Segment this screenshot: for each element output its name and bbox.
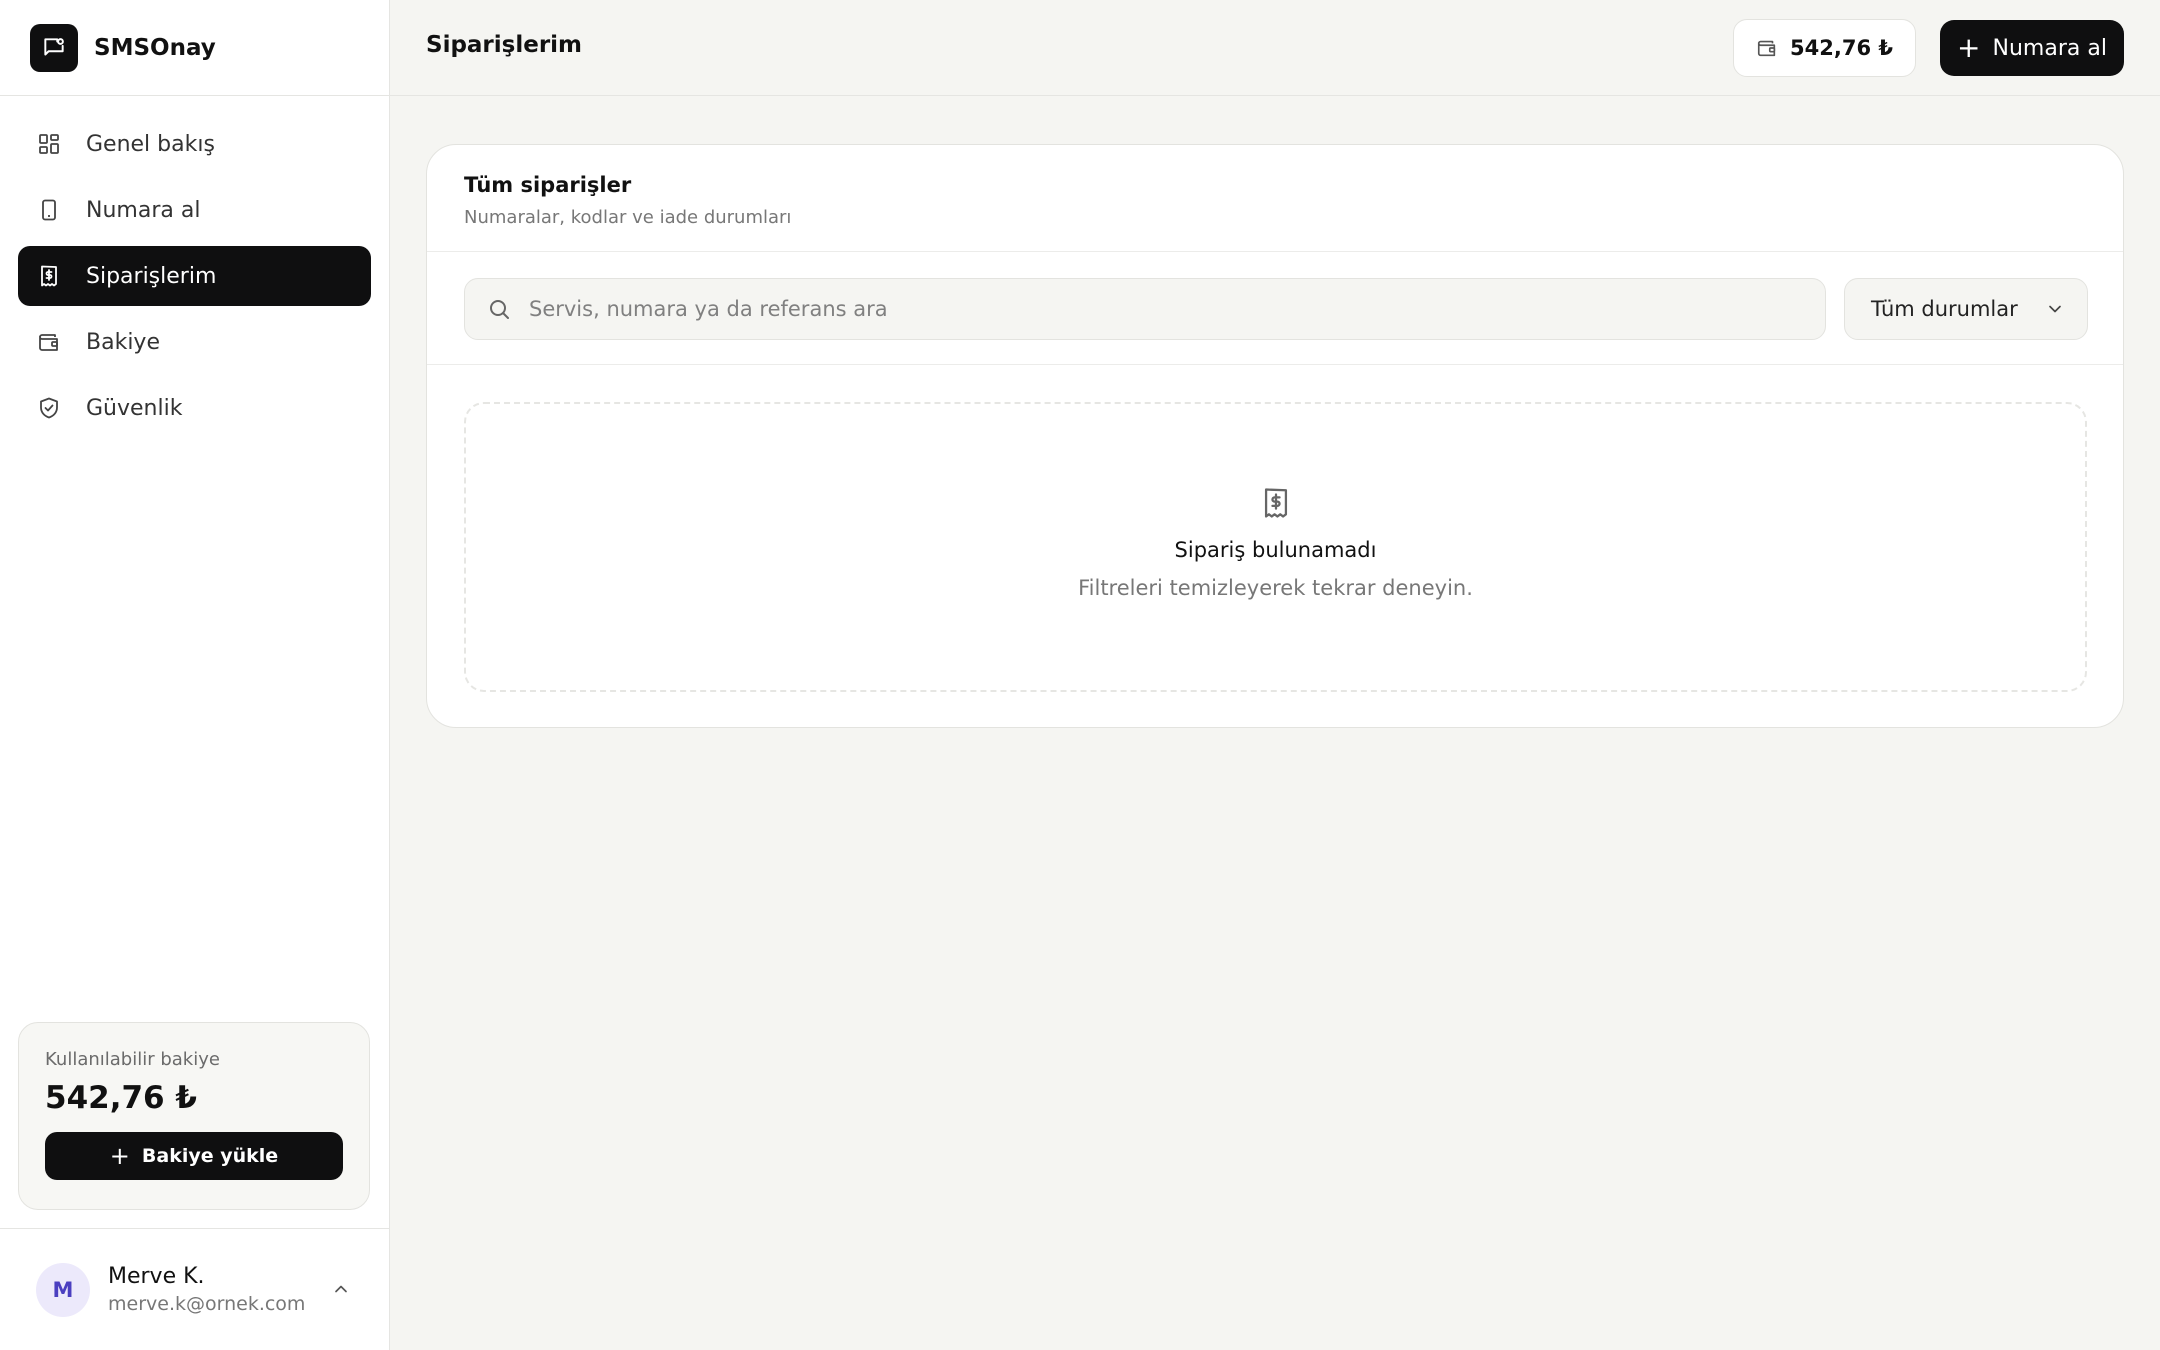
sidebar-item-get-number[interactable]: Numara al <box>18 180 371 240</box>
sidebar-item-label: Bakiye <box>86 329 160 355</box>
orders-card-header: Tüm siparişler Numaralar, kodlar ve iade… <box>427 145 2123 252</box>
shield-icon <box>36 395 62 421</box>
sidebar: SMSOnay Genel bakış Numara al Siparişler… <box>0 0 390 1350</box>
page-title: Siparişlerim <box>426 32 583 58</box>
sidebar-item-orders[interactable]: Siparişlerim <box>18 246 371 306</box>
get-number-button[interactable]: + Numara al <box>1940 20 2124 76</box>
sidebar-nav: Genel bakış Numara al Siparişlerim Bakiy… <box>0 114 389 438</box>
search-input[interactable] <box>529 297 1779 321</box>
user-email: merve.k@ornek.com <box>108 1293 306 1315</box>
search-box[interactable] <box>464 278 1826 340</box>
brand-name: SMSOnay <box>94 34 216 61</box>
balance-amount: 542,76 ₺ <box>45 1080 197 1116</box>
status-filter-value: Tüm durumlar <box>1871 297 2018 321</box>
wallet-icon <box>1756 37 1778 59</box>
sidebar-item-security[interactable]: Güvenlik <box>18 378 371 438</box>
user-info: Merve K. merve.k@ornek.com <box>108 1264 305 1315</box>
orders-filters: Tüm durumlar <box>427 252 2123 365</box>
search-icon <box>487 297 511 321</box>
empty-state-title: Sipariş bulunamadı <box>1174 538 1377 562</box>
user-name: Merve K. <box>108 1264 205 1289</box>
orders-subtitle: Numaralar, kodlar ve iade durumları <box>464 207 792 228</box>
wallet-icon <box>36 329 62 355</box>
sidebar-item-label: Siparişlerim <box>86 263 217 289</box>
header-balance-amount: 542,76 ₺ <box>1790 36 1893 60</box>
empty-state: Sipariş bulunamadı Filtreleri temizleyer… <box>464 402 2087 692</box>
brand-logo-icon <box>30 23 78 72</box>
plus-icon: + <box>1957 31 1981 64</box>
receipt-icon <box>466 486 2085 520</box>
sidebar-item-overview[interactable]: Genel bakış <box>18 114 371 174</box>
available-balance-card: Kullanılabilir bakiye 542,76 ₺ + Bakiye … <box>18 1022 370 1210</box>
receipt-icon <box>36 263 62 289</box>
phone-icon <box>36 197 62 223</box>
load-balance-label: Bakiye yükle <box>141 1145 279 1167</box>
sidebar-item-label: Numara al <box>86 197 201 223</box>
dashboard-icon <box>36 131 62 157</box>
balance-caption: Kullanılabilir bakiye <box>45 1049 220 1070</box>
empty-state-subtitle: Filtreleri temizleyerek tekrar deneyin. <box>1078 576 1473 600</box>
sidebar-item-label: Güvenlik <box>86 395 183 421</box>
avatar: M <box>36 1262 90 1317</box>
topbar: Siparişlerim 542,76 ₺ + Numara al <box>390 0 2160 96</box>
sidebar-item-balance[interactable]: Bakiye <box>18 312 371 372</box>
plus-icon: + <box>109 1142 130 1170</box>
sidebar-item-label: Genel bakış <box>86 131 215 157</box>
brand[interactable]: SMSOnay <box>0 0 389 96</box>
load-balance-button[interactable]: + Bakiye yükle <box>45 1132 343 1180</box>
orders-title: Tüm siparişler <box>464 173 632 197</box>
header-balance-badge[interactable]: 542,76 ₺ <box>1733 19 1916 77</box>
get-number-label: Numara al <box>1992 35 2107 61</box>
chevron-up-icon[interactable] <box>331 1279 351 1303</box>
chevron-down-icon <box>2045 299 2065 319</box>
status-filter-select[interactable]: Tüm durumlar <box>1844 278 2088 340</box>
user-menu[interactable]: M Merve K. merve.k@ornek.com <box>0 1228 389 1350</box>
orders-card: Tüm siparişler Numaralar, kodlar ve iade… <box>426 144 2124 728</box>
